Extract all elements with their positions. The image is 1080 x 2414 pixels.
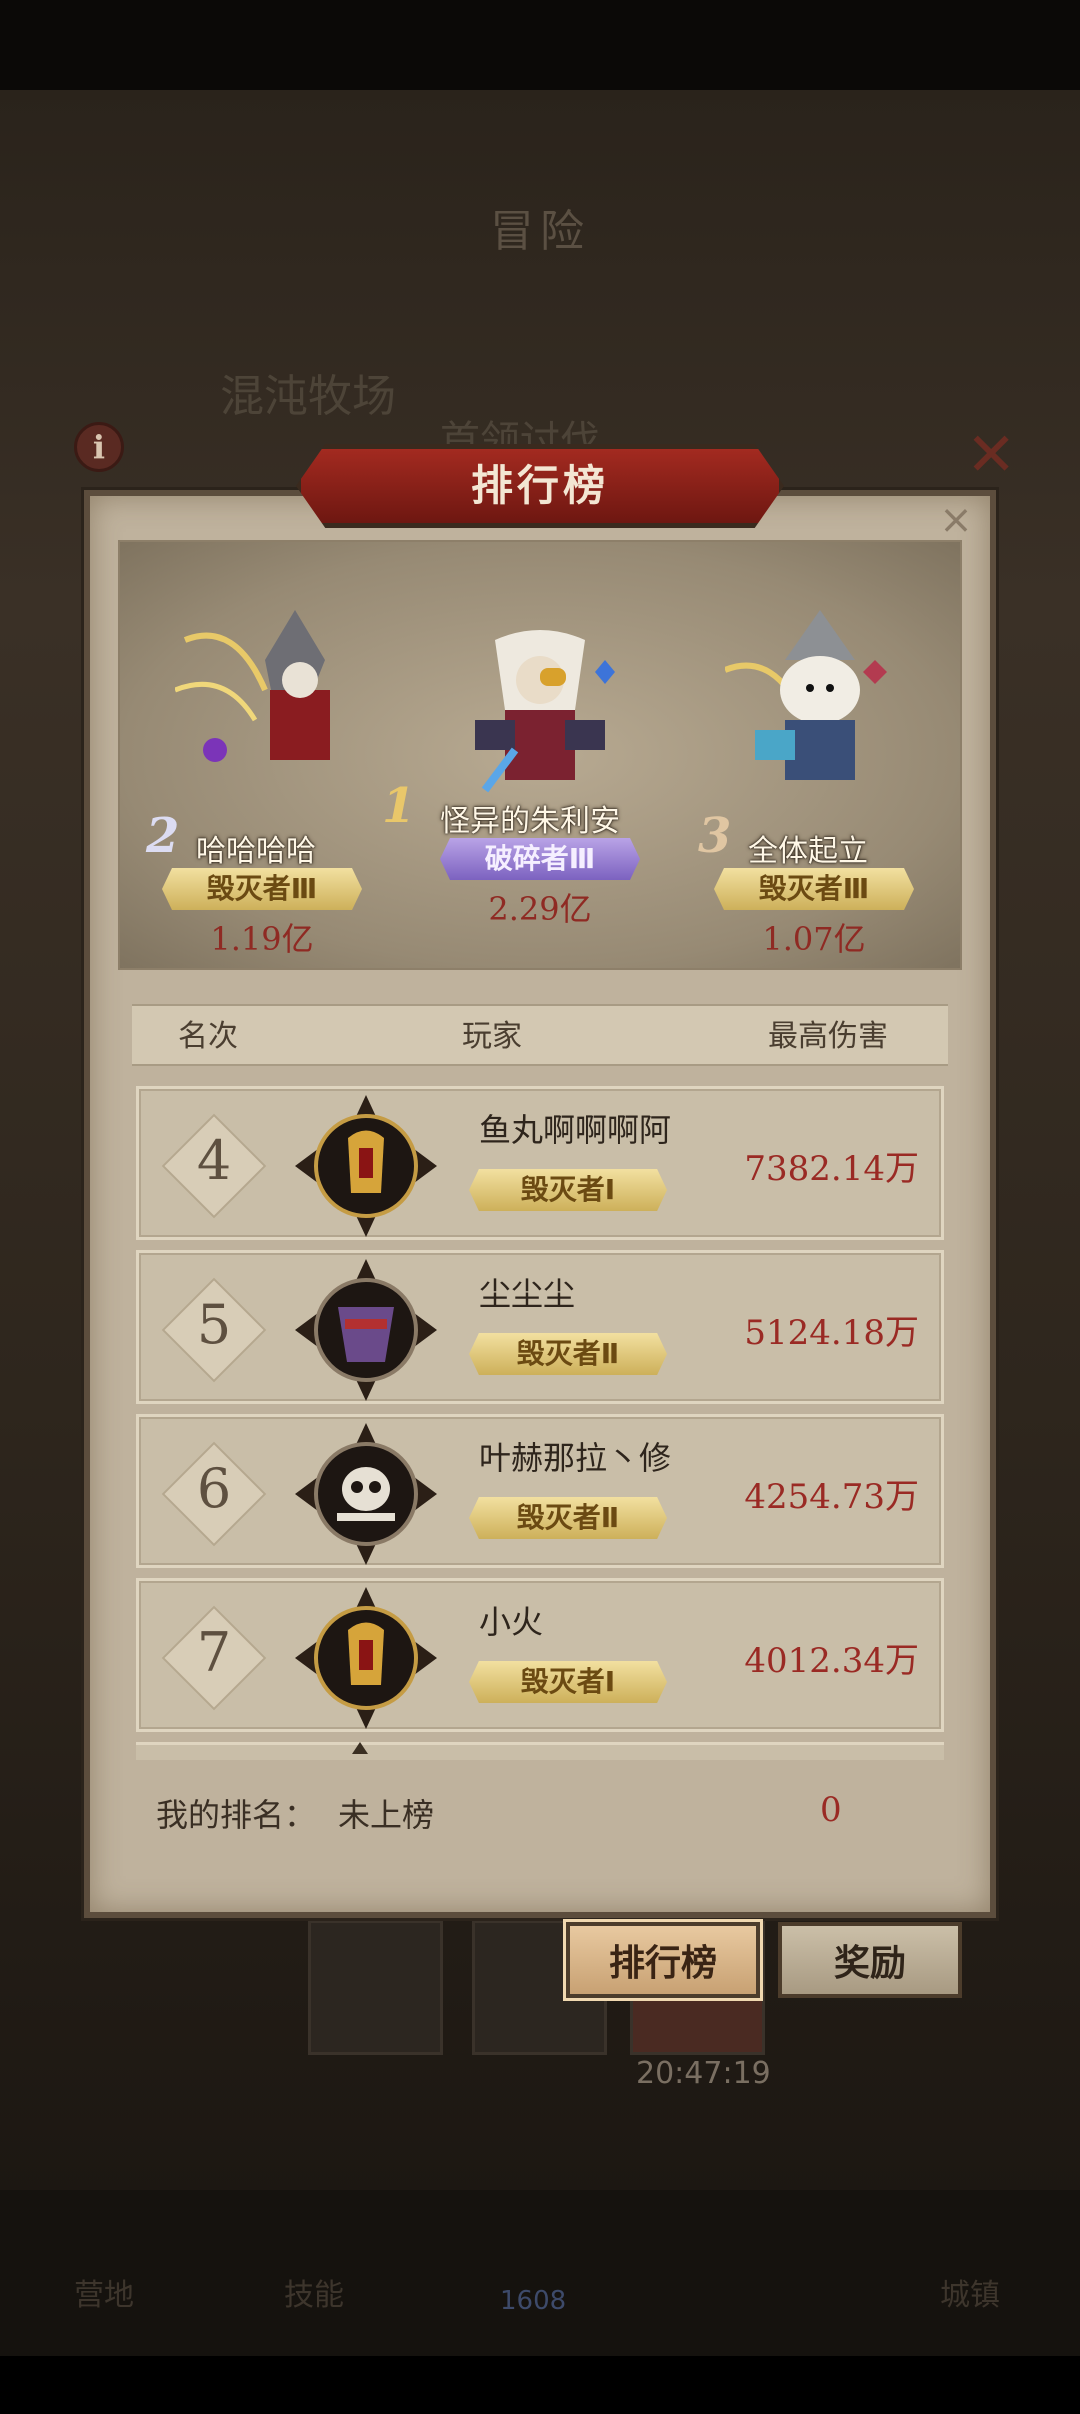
row-title-badge: 毁灭者Ⅱ <box>469 1497 667 1539</box>
podium-rank-2[interactable] <box>140 600 380 800</box>
system-nav-bar <box>0 2356 1080 2414</box>
row-player-name: 小火 <box>479 1603 544 1641</box>
panel-title: 排行榜 <box>470 461 609 510</box>
row-rank: 7 <box>196 1621 232 1684</box>
podium-name-1: 怪异的朱利安 <box>440 804 620 839</box>
background-area-name: 混沌牧场 <box>220 371 396 422</box>
podium-badge-3: 毁灭者Ⅲ <box>714 868 914 910</box>
table-row[interactable]: 4 鱼丸啊啊啊阿 毁灭者Ⅰ 7382.14万 <box>136 1086 944 1240</box>
header-rank: 名次 <box>178 1019 238 1054</box>
golden-mask-avatar-icon <box>295 1587 437 1729</box>
row-rank: 4 <box>196 1129 232 1192</box>
boss-thumb-1 <box>308 1920 443 2055</box>
podium-name-3: 全体起立 <box>748 834 868 869</box>
podium-badge-1: 破碎者Ⅲ <box>440 838 640 880</box>
scroll-indicator-icon <box>352 1742 368 1754</box>
my-rank-value: 未上榜 <box>338 1796 435 1834</box>
reward-tab-button[interactable]: 奖励 <box>778 1922 962 1998</box>
background-close-icon[interactable]: ✕ <box>966 420 1016 490</box>
row-damage: 5124.18万 <box>744 1313 919 1353</box>
champion-sprite-2 <box>175 610 330 762</box>
header-damage: 最高伤害 <box>768 1019 888 1054</box>
next-row-peek <box>136 1742 944 1760</box>
my-score: 0 <box>820 1790 842 1830</box>
background-timer: 20:47:19 <box>636 2056 771 2091</box>
podium-score-3: 1.07亿 <box>762 920 866 958</box>
podium-rank-number-3: 3 <box>698 808 732 864</box>
champion-sprite-3 <box>725 610 887 780</box>
table-row[interactable]: 6 叶赫那拉丶修 毁灭者Ⅱ 4254.73万 <box>136 1414 944 1568</box>
row-player-name: 尘尘尘 <box>479 1275 576 1313</box>
podium-rank-number-1: 1 <box>382 778 416 834</box>
info-icon[interactable]: i <box>74 422 124 472</box>
close-icon[interactable]: × <box>936 500 976 540</box>
table-header: 名次 玩家 最高伤害 <box>132 1004 948 1066</box>
my-rank-label: 我的排名： <box>156 1796 317 1834</box>
leaderboard-tab-button[interactable]: 排行榜 <box>566 1922 760 1998</box>
purple-demon-avatar-icon <box>295 1259 437 1401</box>
podium-score-1: 2.29亿 <box>488 890 592 928</box>
podium-rank-number-2: 2 <box>146 808 180 864</box>
leaderboard-list[interactable]: 4 鱼丸啊啊啊阿 毁灭者Ⅰ 7382.14万 5 尘尘尘 毁灭者Ⅱ 5124.1… <box>132 1082 948 1760</box>
nav-gem-count: 1608 <box>500 2286 567 2316</box>
nav-item-town: 城镇 <box>940 2278 1000 2313</box>
row-title-badge: 毁灭者Ⅰ <box>469 1661 667 1703</box>
row-player-name: 鱼丸啊啊啊阿 <box>479 1111 672 1149</box>
podium-badge-2: 毁灭者Ⅲ <box>162 868 362 910</box>
champion-sprite-1 <box>475 630 615 793</box>
header-player: 玩家 <box>462 1019 522 1054</box>
nav-item-skills: 技能 <box>284 2278 344 2313</box>
row-damage: 4254.73万 <box>744 1477 919 1517</box>
skull-avatar-icon <box>295 1423 437 1565</box>
background-screen-title: 冒险 <box>490 206 590 257</box>
table-row[interactable]: 7 小火 毁灭者Ⅰ 4012.34万 <box>136 1578 944 1732</box>
podium-rank-3[interactable] <box>690 610 930 810</box>
row-title-badge: 毁灭者Ⅰ <box>469 1169 667 1211</box>
row-title-badge: 毁灭者Ⅱ <box>469 1333 667 1375</box>
row-player-name: 叶赫那拉丶修 <box>479 1439 672 1477</box>
row-damage: 7382.14万 <box>744 1149 919 1189</box>
podium-name-2: 哈哈哈哈 <box>196 834 316 869</box>
row-damage: 4012.34万 <box>744 1641 919 1681</box>
table-row[interactable]: 5 尘尘尘 毁灭者Ⅱ 5124.18万 <box>136 1250 944 1404</box>
podium-rank-1[interactable] <box>420 620 660 820</box>
nav-item-camp: 营地 <box>74 2278 134 2313</box>
podium-score-2: 1.19亿 <box>210 920 314 958</box>
row-rank: 6 <box>196 1457 232 1520</box>
golden-mask-avatar-icon <box>295 1095 437 1237</box>
row-rank: 5 <box>196 1293 232 1356</box>
